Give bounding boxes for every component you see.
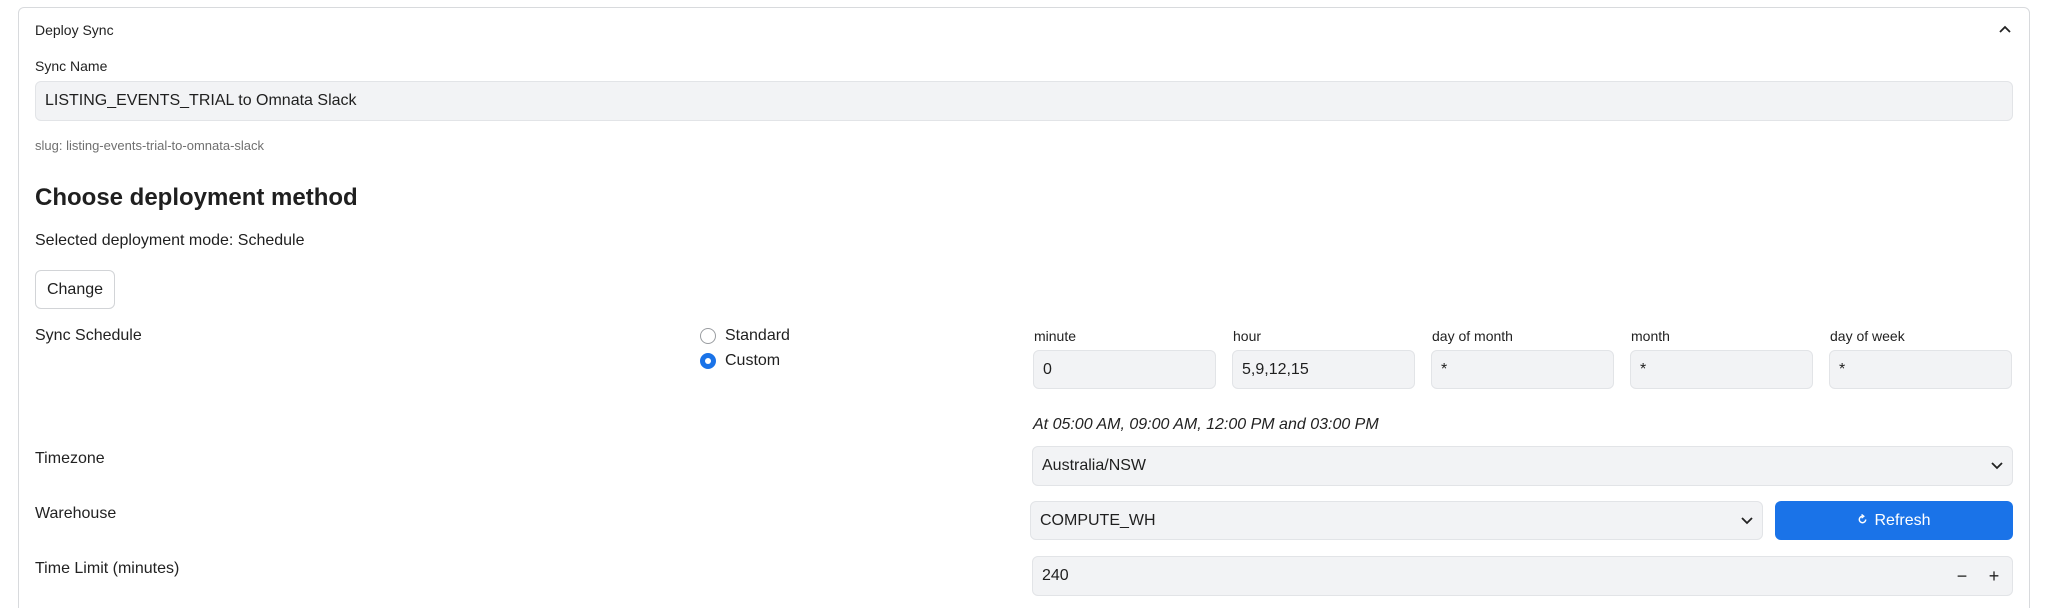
cron-month-label: month	[1631, 328, 1670, 344]
increment-button[interactable]: +	[1985, 566, 2003, 587]
cron-month-input[interactable]: *	[1630, 350, 1813, 389]
radio-standard-label: Standard	[725, 327, 790, 344]
timezone-value: Australia/NSW	[1042, 457, 1147, 474]
sync-name-input[interactable]: LISTING_EVENTS_TRIAL to Omnata Slack	[35, 81, 2013, 121]
refresh-label: Refresh	[1874, 511, 1931, 529]
cron-minute-label: minute	[1034, 328, 1077, 344]
decrement-button[interactable]: −	[1953, 566, 1971, 587]
cron-hour-input[interactable]: 5,9,12,15	[1232, 350, 1415, 389]
warehouse-value: COMPUTE_WH	[1040, 511, 1156, 529]
panel-title: Deploy Sync	[35, 22, 114, 38]
chevron-down-icon	[1991, 457, 2003, 475]
refresh-icon	[1857, 512, 1868, 530]
radio-checked-icon[interactable]	[700, 353, 716, 369]
deployment-mode-text: Selected deployment mode: Schedule	[35, 232, 305, 249]
time-limit-value[interactable]: 240	[1042, 567, 1069, 585]
radio-custom[interactable]: Custom	[700, 352, 780, 370]
cron-description: At 05:00 AM, 09:00 AM, 12:00 PM and 03:0…	[1033, 416, 1379, 433]
sync-name-label: Sync Name	[35, 58, 108, 74]
warehouse-label: Warehouse	[35, 505, 117, 522]
radio-standard[interactable]: Standard	[700, 327, 790, 345]
time-limit-label: Time Limit (minutes)	[35, 560, 180, 577]
cron-hour-label: hour	[1233, 328, 1262, 344]
deployment-heading: Choose deployment method	[35, 184, 358, 211]
change-button[interactable]: Change	[35, 270, 115, 309]
cron-day-of-month-label: day of month	[1432, 328, 1513, 344]
radio-custom-label: Custom	[725, 352, 781, 369]
refresh-button[interactable]: Refresh	[1775, 501, 2013, 540]
time-limit-stepper[interactable]: 240 − +	[1032, 556, 2013, 596]
warehouse-select[interactable]: COMPUTE_WH	[1030, 501, 1763, 540]
slug-text: slug: listing-events-trial-to-omnata-sla…	[35, 138, 265, 153]
sync-schedule-label: Sync Schedule	[35, 327, 142, 344]
cron-day-of-month-input[interactable]: *	[1431, 350, 1614, 389]
cron-minute-input[interactable]: 0	[1033, 350, 1216, 389]
chevron-up-icon[interactable]	[1995, 19, 2015, 39]
timezone-label: Timezone	[35, 450, 105, 467]
cron-day-of-week-label: day of week	[1830, 328, 1905, 344]
cron-day-of-week-input[interactable]: *	[1829, 350, 2012, 389]
chevron-down-icon	[1741, 512, 1753, 530]
deploy-sync-panel: Deploy Sync Sync Name LISTING_EVENTS_TRI…	[18, 7, 2030, 608]
timezone-select[interactable]: Australia/NSW	[1032, 446, 2013, 486]
radio-unchecked-icon[interactable]	[700, 328, 716, 344]
